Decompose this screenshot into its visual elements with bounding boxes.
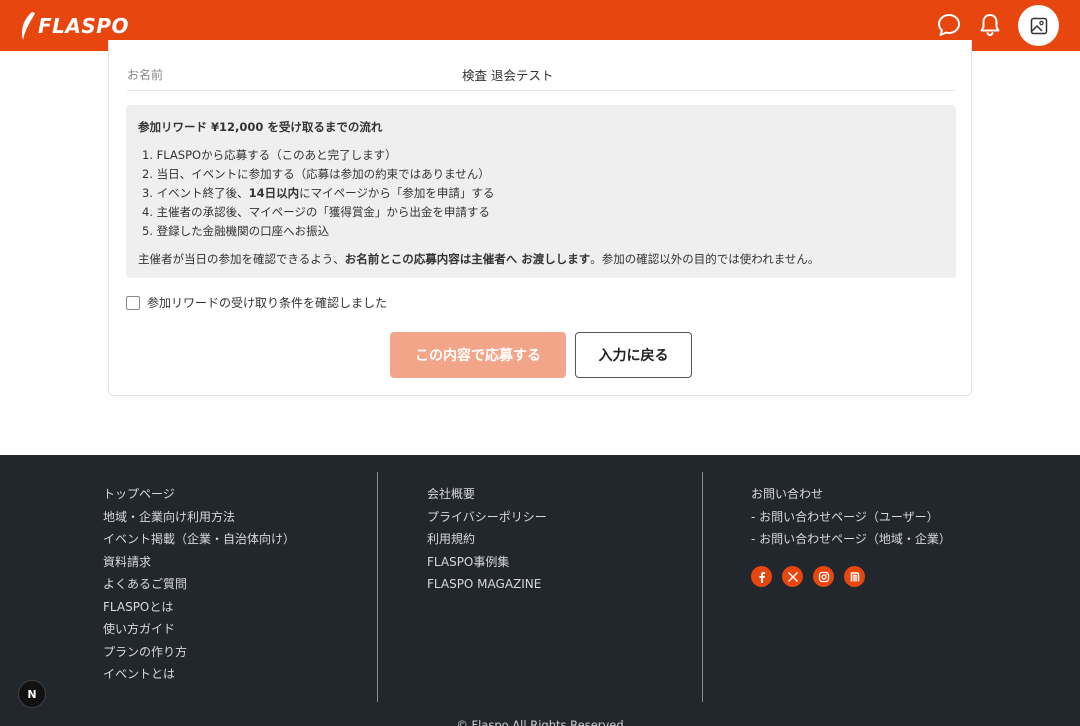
footer-link[interactable]: よくあるご質問 [103, 576, 295, 599]
footer-column-3: お問い合わせ - お問い合わせページ（ユーザー） - お問い合わせページ（地域・… [751, 486, 951, 554]
instagram-icon[interactable] [813, 566, 834, 587]
footer-divider [377, 472, 378, 702]
name-value: 検査 退会テスト [462, 68, 554, 83]
facebook-icon[interactable] [751, 566, 772, 587]
footer-link[interactable]: 利用規約 [427, 531, 547, 554]
copyright: © Flaspo All Rights Reserved [456, 718, 624, 726]
x-icon[interactable] [782, 566, 803, 587]
footer-divider [702, 472, 703, 702]
footer-link[interactable]: 地域・企業向け利用方法 [103, 509, 295, 532]
reward-step: 5. 登録した金融機関の口座へお振込 [142, 224, 330, 238]
footer-link[interactable]: FLASPO事例集 [427, 554, 547, 577]
avatar[interactable] [1018, 5, 1059, 46]
reward-step: 4. 主催者の承認後、マイページの「獲得賞金」から出金を申請する [142, 205, 490, 219]
footer-link[interactable]: プライバシーポリシー [427, 509, 547, 532]
privacy-note: 主催者が当日の参加を確認できるよう、お名前とこの応募内容は主催者へ お渡しします… [138, 252, 820, 266]
note-icon[interactable] [844, 566, 865, 587]
confirmation-card: お名前 検査 退会テスト 参加リワード ¥12,000 を受け取るまでの流れ 1… [108, 40, 972, 396]
image-placeholder-icon [1030, 17, 1047, 34]
site-footer: トップページ 地域・企業向け利用方法 イベント掲載（企業・自治体向け） 資料請求… [0, 455, 1080, 726]
reward-steps-list: 1. FLASPOから応募する（このあと完了します） 2. 当日、イベントに参加… [138, 146, 944, 241]
back-to-input-button[interactable]: 入力に戻る [575, 332, 692, 378]
reward-flow-box: 参加リワード ¥12,000 を受け取るまでの流れ 1. FLASPOから応募す… [126, 105, 956, 278]
n-badge-icon[interactable]: N [18, 680, 46, 708]
footer-link[interactable]: トップページ [103, 486, 295, 509]
footer-link[interactable]: イベントとは [103, 666, 295, 689]
apply-button[interactable]: この内容で応募する [390, 332, 566, 378]
reward-step: 2. 当日、イベントに参加する（応募は参加の約束ではありません） [142, 167, 490, 181]
footer-link[interactable]: - お問い合わせページ（ユーザー） [751, 509, 951, 532]
footer-link[interactable]: FLASPO MAGAZINE [427, 576, 547, 599]
chat-bubble-icon[interactable] [935, 11, 963, 39]
flame-icon [21, 12, 35, 40]
footer-link[interactable]: 会社概要 [427, 486, 547, 509]
bell-icon[interactable] [976, 11, 1004, 39]
footer-column-2: 会社概要 プライバシーポリシー 利用規約 FLASPO事例集 FLASPO MA… [427, 486, 547, 599]
reward-confirm-checkbox[interactable] [126, 295, 140, 310]
footer-link[interactable]: FLASPOとは [103, 599, 295, 622]
name-label: お名前 [127, 68, 164, 82]
brand-name: FLASPO [38, 14, 129, 38]
reward-confirm-label[interactable]: 参加リワードの受け取り条件を確認しました [147, 294, 387, 311]
footer-link[interactable]: 資料請求 [103, 554, 295, 577]
brand-logo[interactable]: FLASPO [20, 10, 129, 42]
footer-link[interactable]: イベント掲載（企業・自治体向け） [103, 531, 295, 554]
reward-confirm-row[interactable]: 参加リワードの受け取り条件を確認しました [126, 294, 387, 311]
footer-link[interactable]: 使い方ガイド [103, 621, 295, 644]
footer-column-1: トップページ 地域・企業向け利用方法 イベント掲載（企業・自治体向け） 資料請求… [103, 486, 295, 689]
social-links [751, 566, 865, 587]
reward-step: 1. FLASPOから応募する（このあと完了します） [142, 148, 397, 162]
footer-link[interactable]: - お問い合わせページ（地域・企業） [751, 531, 951, 554]
footer-link[interactable]: お問い合わせ [751, 486, 951, 509]
reward-step: 3. イベント終了後、14日以内にマイページから「参加を申請」する [142, 186, 495, 200]
reward-flow-title: 参加リワード ¥12,000 を受け取るまでの流れ [138, 120, 383, 134]
name-row: お名前 検査 退会テスト [127, 58, 955, 91]
footer-link[interactable]: プランの作り方 [103, 644, 295, 667]
